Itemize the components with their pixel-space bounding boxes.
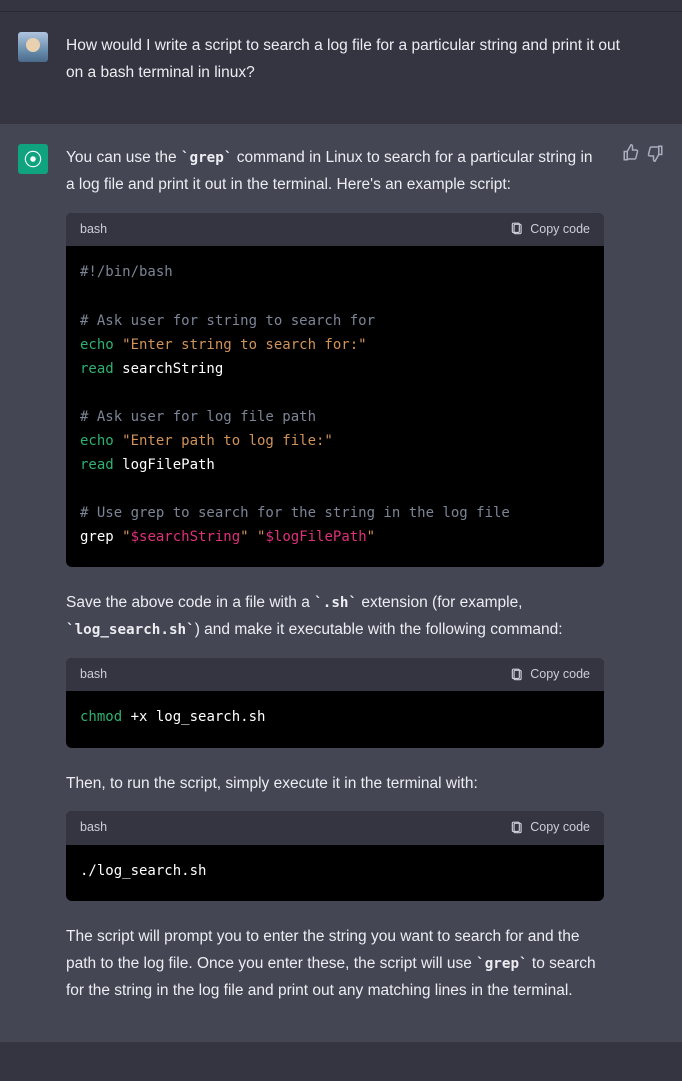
- code-block-run: bash Copy code ./log_search.sh: [66, 811, 604, 901]
- feedback-actions: [622, 144, 664, 1018]
- inline-code-filename: `log_search.sh`: [66, 622, 195, 638]
- copy-code-label: Copy code: [530, 219, 590, 241]
- inline-code-grep: `grep`: [476, 956, 527, 972]
- clipboard-icon: [510, 222, 524, 236]
- explanation: The script will prompt you to enter the …: [66, 923, 604, 1004]
- save-instructions: Save the above code in a file with a `.s…: [66, 589, 604, 643]
- assistant-message: You can use the `grep` command in Linux …: [0, 124, 682, 1042]
- copy-code-label: Copy code: [530, 817, 590, 839]
- code-lang-label: bash: [80, 817, 107, 839]
- user-question-text: How would I write a script to search a l…: [66, 32, 626, 86]
- thumbs-up-icon[interactable]: [622, 144, 640, 162]
- code-block-chmod: bash Copy code chmod +x log_search.sh: [66, 658, 604, 748]
- copy-code-button[interactable]: Copy code: [510, 219, 590, 241]
- code-body[interactable]: chmod +x log_search.sh: [66, 691, 604, 747]
- openai-logo-icon: [22, 148, 44, 170]
- clipboard-icon: [510, 668, 524, 682]
- save-post: ) and make it executable with the follow…: [195, 621, 563, 638]
- run-instructions: Then, to run the script, simply execute …: [66, 770, 604, 797]
- code-body[interactable]: #!/bin/bash # Ask user for string to sea…: [66, 246, 604, 567]
- code-lang-label: bash: [80, 219, 107, 241]
- save-pre: Save the above code in a file with a: [66, 594, 314, 611]
- user-message: How would I write a script to search a l…: [0, 12, 682, 124]
- user-avatar: [18, 32, 48, 62]
- copy-code-button[interactable]: Copy code: [510, 664, 590, 686]
- clipboard-icon: [510, 821, 524, 835]
- thumbs-down-icon[interactable]: [646, 144, 664, 162]
- window-topbar: [0, 0, 682, 12]
- inline-code-grep: `grep`: [181, 150, 232, 166]
- code-body[interactable]: ./log_search.sh: [66, 845, 604, 901]
- save-mid: extension (for example,: [357, 594, 522, 611]
- inline-code-sh: `.sh`: [314, 595, 357, 611]
- assistant-intro: You can use the `grep` command in Linux …: [66, 144, 604, 198]
- code-block-script: bash Copy code #!/bin/bash # Ask user fo…: [66, 213, 604, 568]
- copy-code-button[interactable]: Copy code: [510, 817, 590, 839]
- intro-text-pre: You can use the: [66, 149, 181, 166]
- code-lang-label: bash: [80, 664, 107, 686]
- copy-code-label: Copy code: [530, 664, 590, 686]
- assistant-avatar: [18, 144, 48, 174]
